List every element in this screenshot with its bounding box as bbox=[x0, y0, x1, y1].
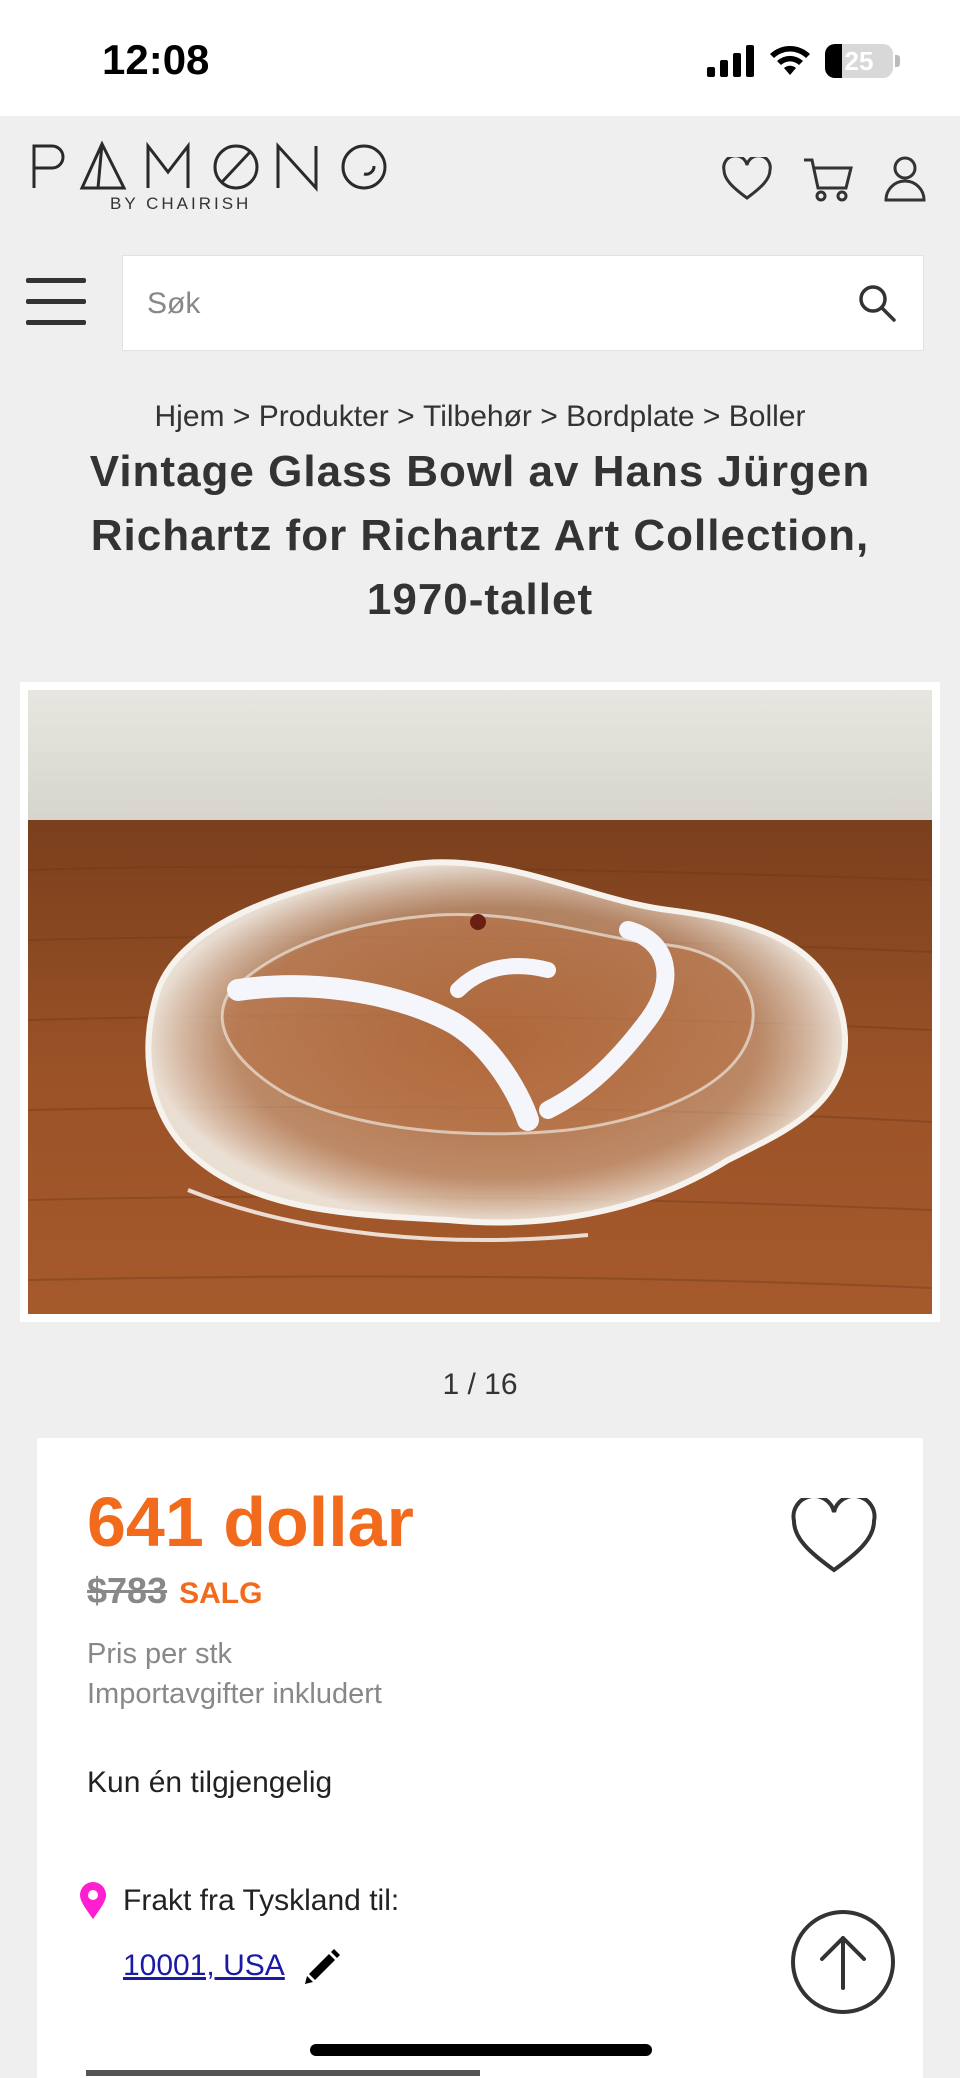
shipping-destination-link[interactable]: 10001, USA bbox=[123, 1949, 285, 1983]
search-input[interactable] bbox=[147, 284, 827, 324]
breadcrumb-accessories[interactable]: Tilbehør bbox=[423, 400, 532, 433]
header-icons bbox=[722, 156, 926, 202]
content-divider bbox=[86, 2070, 480, 2076]
product-image bbox=[28, 690, 932, 1314]
shipping-info: Frakt fra Tyskland til: bbox=[77, 1882, 399, 1920]
breadcrumb-home[interactable]: Hjem bbox=[155, 400, 225, 433]
arrow-up-icon bbox=[820, 1936, 866, 1990]
price-per-unit-note: Pris per stk bbox=[87, 1638, 233, 1670]
scroll-to-top-button[interactable] bbox=[791, 1910, 895, 2014]
breadcrumb-separator: > bbox=[232, 400, 259, 433]
site-header: BY CHAIRISH bbox=[0, 116, 960, 246]
import-duties-note: Importavgifter inkludert bbox=[87, 1678, 382, 1710]
breadcrumb-tabletop[interactable]: Bordplate bbox=[566, 400, 694, 433]
home-indicator[interactable] bbox=[310, 2044, 652, 2056]
product-title: Vintage Glass Bowl av Hans Jürgen Richar… bbox=[89, 447, 871, 624]
heart-icon[interactable] bbox=[722, 157, 772, 201]
pamono-logo-mark bbox=[32, 140, 387, 192]
breadcrumb: Hjem > Produkter > Tilbehør > Bordplate … bbox=[0, 400, 960, 434]
user-icon[interactable] bbox=[884, 156, 926, 202]
favorite-heart-icon[interactable] bbox=[791, 1498, 877, 1574]
product-image-frame[interactable] bbox=[20, 682, 940, 1322]
menu-icon-bar bbox=[26, 299, 86, 304]
price-row: $783 SALG bbox=[87, 1570, 262, 1612]
wifi-icon bbox=[770, 46, 810, 75]
menu-icon-bar bbox=[26, 278, 86, 283]
original-price: $783 bbox=[87, 1570, 168, 1611]
search-box bbox=[122, 255, 924, 351]
status-bar: 12:08 25 bbox=[0, 0, 960, 116]
breadcrumb-bowls[interactable]: Boller bbox=[729, 400, 806, 433]
menu-icon-bar bbox=[26, 320, 86, 325]
menu-button[interactable] bbox=[26, 278, 86, 330]
image-counter: 1 / 16 bbox=[442, 1368, 518, 1401]
availability-text: Kun én tilgjengelig bbox=[87, 1766, 333, 1799]
signal-icon bbox=[707, 45, 754, 77]
cart-icon[interactable] bbox=[802, 156, 854, 202]
search-icon[interactable] bbox=[857, 283, 897, 323]
battery-cap bbox=[895, 55, 900, 67]
location-pin-icon bbox=[80, 1882, 106, 1919]
shipping-label: Frakt fra Tyskland til: bbox=[123, 1884, 400, 1917]
breadcrumb-separator: > bbox=[397, 400, 424, 433]
sale-badge: SALG bbox=[179, 1577, 263, 1610]
status-icons: 25 bbox=[707, 44, 900, 78]
status-time: 12:08 bbox=[102, 36, 210, 83]
price-card: 641 dollar $783 SALG Pris per stk Import… bbox=[37, 1438, 923, 2078]
pamono-logo[interactable] bbox=[30, 138, 390, 202]
product-price: 641 dollar bbox=[87, 1483, 414, 1561]
breadcrumb-separator: > bbox=[702, 400, 729, 433]
breadcrumb-separator: > bbox=[540, 400, 567, 433]
edit-pencil-icon[interactable] bbox=[303, 1946, 343, 1986]
shipping-destination-row: 10001, USA bbox=[123, 1946, 343, 1986]
breadcrumb-products[interactable]: Produkter bbox=[259, 400, 389, 433]
logo-subtitle: BY CHAIRISH bbox=[110, 194, 252, 213]
battery-level: 25 bbox=[844, 46, 874, 76]
battery-icon: 25 bbox=[825, 44, 893, 78]
